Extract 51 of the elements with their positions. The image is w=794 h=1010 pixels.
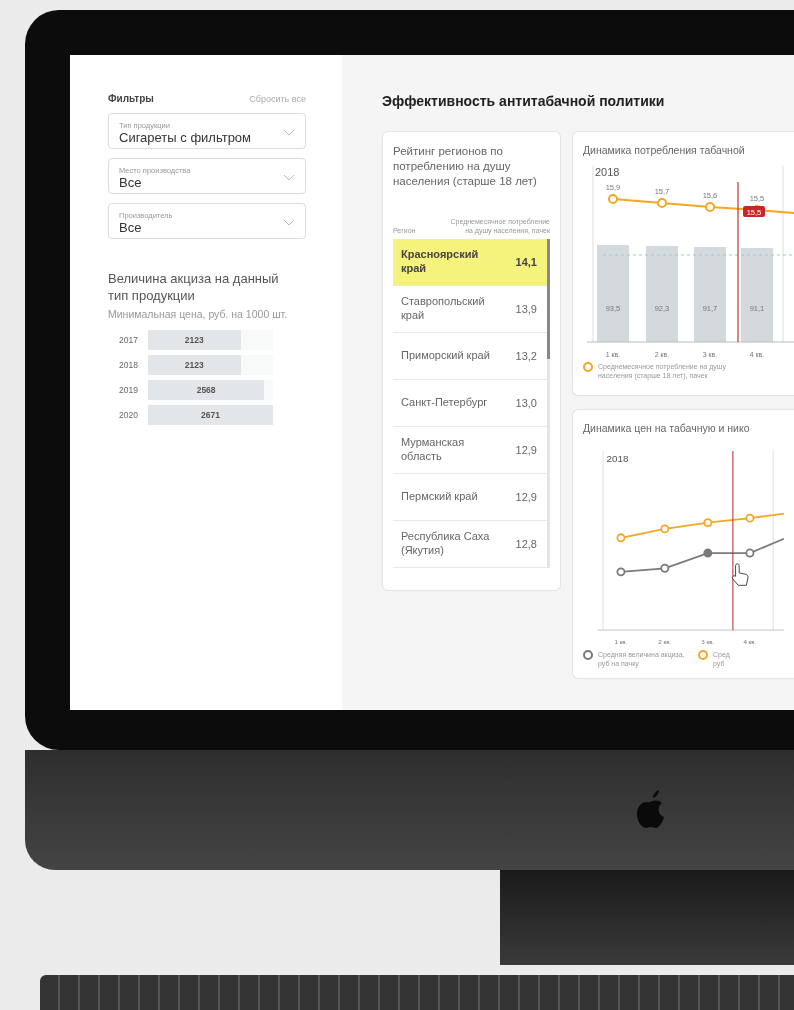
region-value: 13,0 [515,397,537,409]
region-value: 12,9 [515,444,537,456]
region-value: 13,9 [515,303,537,315]
line-point [660,524,670,534]
line-point [660,563,670,573]
field-value: Все [119,174,143,190]
excise-bar: 2671 [148,404,273,425]
year-label: 2018 [119,359,136,370]
region-name: Приморский край [401,349,491,363]
card-title: Динамика потребления табачной [583,144,746,156]
line-point [745,548,755,558]
card-title: Динамика цен на табачную и нико [583,422,751,434]
region-name: Пермский край [401,490,479,504]
region-name: Республика Саха (Якутия) [401,530,491,558]
region-name: Мурманская область [401,436,466,464]
chevron-icon [283,174,295,181]
region-row[interactable]: Красноярский край 14,1 [393,239,547,286]
region-name: Санкт-Петербург [401,396,489,410]
card-title: Рейтинг регионов по потреблению на душу населения (старше 18 лет) [393,144,538,189]
year-label: 2020 [119,409,136,420]
hand-cursor-icon [731,563,749,586]
region-value: 12,8 [515,538,537,550]
filters-title: Фильтры [108,93,154,104]
chevron-icon [283,219,295,226]
scroll-thumb[interactable] [547,239,550,359]
year-label: 2018 [606,452,629,464]
region-value: 13,2 [515,350,537,362]
line-point [616,567,626,577]
year-label: 2017 [119,334,136,345]
region-name: Красноярский край [401,248,480,276]
line-point [745,513,755,523]
line-point [703,518,713,528]
chevron-icon [283,129,295,136]
year-label: 2018 [595,166,620,178]
page-title: Эффективность антитабачной политики [382,93,666,109]
region-value: 12,9 [515,491,537,503]
excise-bar: 2568 [148,379,265,400]
excise-bar: 2123 [148,329,241,350]
line-point [703,548,713,558]
line-point [608,194,618,204]
field-value: Сигареты с фильтром [119,129,252,145]
line-point [705,202,715,212]
line-point [616,533,626,543]
region-value: 14,1 [515,256,537,268]
excise-subtitle: Минимальная цена, руб. на 1000 шт. [108,307,289,320]
line-point [657,198,667,208]
region-name: Ставропольский край [401,295,486,323]
excise-title: Величина акциза на данный тип продукции [108,271,280,305]
field-value: Все [119,219,142,235]
year-label: 2019 [119,384,136,395]
excise-bar: 2123 [148,354,241,375]
